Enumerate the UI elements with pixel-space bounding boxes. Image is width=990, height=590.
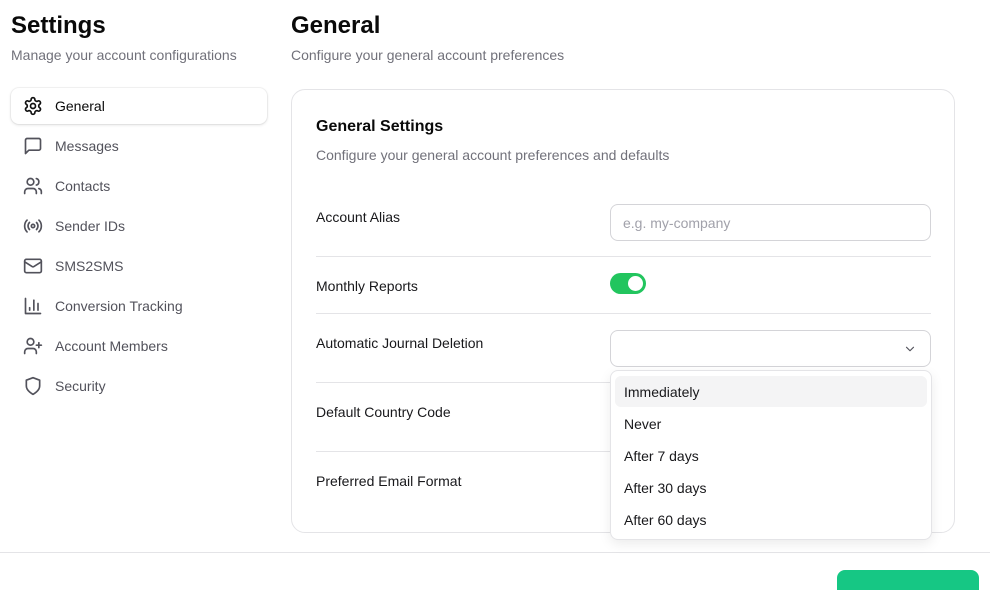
sidebar-nav: General Messages Contacts Sender IDs SMS…: [11, 88, 267, 408]
dropdown-option-after-30-days[interactable]: After 30 days: [615, 472, 927, 503]
sidebar-item-label: SMS2SMS: [55, 258, 124, 274]
account-alias-label: Account Alias: [316, 209, 401, 225]
sidebar-item-label: Messages: [55, 138, 119, 154]
journal-deletion-dropdown: Immediately Never After 7 days After 30 …: [610, 370, 932, 540]
sidebar-item-security[interactable]: Security: [11, 368, 267, 404]
divider: [316, 256, 931, 257]
sidebar-item-messages[interactable]: Messages: [11, 128, 267, 164]
sidebar-item-contacts[interactable]: Contacts: [11, 168, 267, 204]
dropdown-option-immediately[interactable]: Immediately: [615, 376, 927, 407]
broadcast-icon: [23, 216, 43, 236]
journal-deletion-select[interactable]: [610, 330, 931, 367]
users-icon: [23, 176, 43, 196]
page-title: General: [291, 12, 381, 39]
sidebar-item-sms2sms[interactable]: SMS2SMS: [11, 248, 267, 284]
dropdown-option-after-7-days[interactable]: After 7 days: [615, 440, 927, 471]
sidebar-item-label: General: [55, 98, 105, 114]
card-description: Configure your general account preferenc…: [316, 147, 670, 163]
sidebar-item-label: Security: [55, 378, 106, 394]
footer-divider: [0, 552, 990, 553]
save-changes-button[interactable]: Save Changes: [837, 570, 979, 590]
sidebar-item-conversion-tracking[interactable]: Conversion Tracking: [11, 288, 267, 324]
toggle-knob: [628, 276, 643, 291]
sidebar-subtitle: Manage your account configurations: [11, 47, 237, 63]
chevron-down-icon: [903, 342, 917, 356]
sidebar-item-label: Contacts: [55, 178, 111, 194]
sidebar-item-sender-ids[interactable]: Sender IDs: [11, 208, 267, 244]
account-alias-input[interactable]: [610, 204, 931, 241]
sidebar-item-general[interactable]: General: [11, 88, 267, 124]
shield-icon: [23, 376, 43, 396]
message-icon: [23, 136, 43, 156]
dropdown-option-after-60-days[interactable]: After 60 days: [615, 504, 927, 535]
monthly-reports-label: Monthly Reports: [316, 278, 418, 294]
sidebar-title: Settings: [11, 12, 106, 39]
journal-deletion-label: Automatic Journal Deletion: [316, 335, 484, 351]
gear-icon: [23, 96, 43, 116]
user-plus-icon: [23, 336, 43, 356]
monthly-reports-toggle[interactable]: [610, 273, 646, 294]
sidebar-item-label: Conversion Tracking: [55, 298, 183, 314]
sidebar-item-account-members[interactable]: Account Members: [11, 328, 267, 364]
sidebar-item-label: Account Members: [55, 338, 168, 354]
settings-page: Settings Manage your account configurati…: [0, 0, 990, 590]
page-subtitle: Configure your general account preferenc…: [291, 47, 565, 63]
email-format-label: Preferred Email Format: [316, 473, 462, 489]
mail-icon: [23, 256, 43, 276]
country-code-label: Default Country Code: [316, 404, 451, 420]
card-title: General Settings: [316, 118, 444, 135]
dropdown-option-never[interactable]: Never: [615, 408, 927, 439]
divider: [316, 313, 931, 314]
bar-chart-icon: [23, 296, 43, 316]
sidebar-item-label: Sender IDs: [55, 218, 126, 234]
